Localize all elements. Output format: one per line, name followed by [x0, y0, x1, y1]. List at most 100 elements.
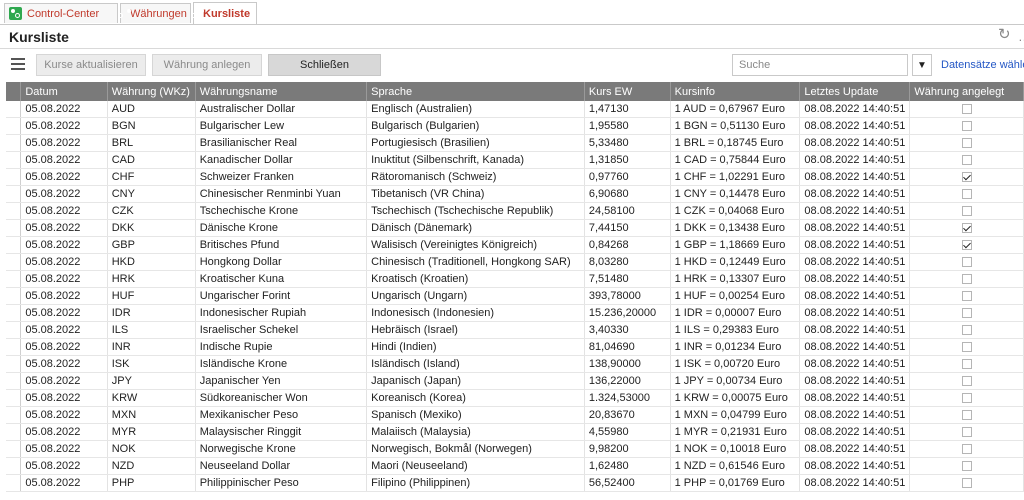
filter-dropdown-icon[interactable]: ▼ — [912, 54, 932, 76]
currency-created-cell — [909, 423, 1024, 441]
row-selector[interactable] — [6, 372, 22, 390]
update-rates-button[interactable]: Kurse aktualisieren — [36, 54, 146, 76]
currency-created-checkbox[interactable] — [961, 444, 972, 454]
row-selector[interactable] — [6, 185, 22, 203]
table-row[interactable]: 05.08.2022 CZK Tschechische Krone Tschechis… — [6, 202, 1024, 220]
currency-created-checkbox[interactable] — [961, 104, 972, 114]
currency-created-checkbox[interactable] — [961, 461, 972, 471]
refresh-icon[interactable]: ↻ — [998, 27, 1012, 42]
row-selector[interactable] — [6, 202, 22, 220]
row-selector[interactable] — [6, 406, 22, 424]
currency-created-checkbox[interactable] — [961, 189, 972, 199]
currency-created-checkbox[interactable] — [961, 240, 972, 250]
table-row[interactable]: 05.08.2022 IDR Indonesischer Rupiah Indones… — [6, 304, 1024, 322]
row-selector[interactable] — [6, 253, 22, 271]
table-row[interactable]: 05.08.2022 MYR Malaysischer Ringgit Malaiis… — [6, 423, 1024, 441]
currency-created-checkbox[interactable] — [961, 206, 972, 216]
currency-created-checkbox[interactable] — [961, 342, 972, 352]
currency-created-checkbox[interactable] — [961, 291, 972, 301]
tab-waehrungen[interactable]: Währungen — [118, 3, 191, 23]
column-header[interactable]: Sprache — [366, 82, 585, 101]
currency-created-cell — [909, 338, 1024, 356]
currency-created-checkbox[interactable] — [961, 274, 972, 284]
currency-created-checkbox[interactable] — [961, 410, 972, 420]
currency-created-checkbox[interactable] — [961, 478, 972, 488]
row-selector[interactable] — [6, 219, 22, 237]
row-selector[interactable] — [6, 287, 22, 305]
row-selector[interactable] — [6, 474, 22, 492]
table-row[interactable]: 05.08.2022 NZD Neuseeland Dollar Maori (Neu… — [6, 457, 1024, 475]
row-selector[interactable] — [6, 101, 22, 118]
column-header[interactable]: Währung (WKz) — [107, 82, 196, 101]
table-row[interactable]: 05.08.2022 HRK Kroatischer Kuna Kroatisch (… — [6, 270, 1024, 288]
create-currency-button[interactable]: Währung anlegen — [152, 54, 262, 76]
more-icon[interactable]: … — [1018, 29, 1024, 44]
row-selector[interactable] — [6, 117, 22, 135]
select-records-link[interactable]: Datensätze wählen — [941, 59, 1024, 71]
column-header[interactable]: Kursinfo — [670, 82, 801, 101]
currency-created-checkbox[interactable] — [961, 427, 972, 437]
table-row[interactable]: 05.08.2022 GBP Britisches Pfund Walisisch (… — [6, 236, 1024, 254]
row-selector[interactable] — [6, 321, 22, 339]
tab-control-center[interactable]: Control-Center — [4, 3, 118, 23]
column-header[interactable]: Letztes Update — [799, 82, 911, 101]
currency-created-checkbox[interactable] — [961, 138, 972, 148]
table-cell: HKD — [107, 253, 196, 271]
row-selector[interactable] — [6, 270, 22, 288]
row-selector[interactable] — [6, 423, 22, 441]
row-selector[interactable] — [6, 168, 22, 186]
column-header[interactable]: Kurs EW — [584, 82, 671, 101]
table-row[interactable]: 05.08.2022 AUD Australischer Dollar Englisc… — [6, 101, 1024, 118]
row-selector[interactable] — [6, 134, 22, 152]
table-cell: JPY — [107, 372, 196, 390]
currency-created-checkbox[interactable] — [961, 257, 972, 267]
row-selector[interactable] — [6, 236, 22, 254]
row-selector[interactable] — [6, 338, 22, 356]
table-row[interactable]: 05.08.2022 ILS Israelischer Schekel Hebräis… — [6, 321, 1024, 339]
table-row[interactable]: 05.08.2022 INR Indische Rupie Hindi (Indien… — [6, 338, 1024, 356]
table-row[interactable]: 05.08.2022 BRL Brasilianischer Real Portugi… — [6, 134, 1024, 152]
table-cell: 1 BGN = 0,51130 Euro — [670, 117, 801, 135]
table-row[interactable]: 05.08.2022 DKK Dänische Krone Dänisch (Däne… — [6, 219, 1024, 237]
currency-created-checkbox[interactable] — [961, 359, 972, 369]
table-row[interactable]: 05.08.2022 CNY Chinesischer Renminbi Yuan T… — [6, 185, 1024, 203]
close-button[interactable]: Schließen — [268, 54, 381, 76]
search-input[interactable] — [732, 54, 908, 76]
row-selector[interactable] — [6, 304, 22, 322]
column-header[interactable]: Währung angelegt — [909, 82, 1024, 101]
table-cell: 05.08.2022 — [20, 338, 108, 356]
row-selector[interactable] — [6, 389, 22, 407]
currency-created-checkbox[interactable] — [961, 121, 972, 131]
table-row[interactable]: 05.08.2022 MXN Mexikanischer Peso Spanisch … — [6, 406, 1024, 424]
tab-kursliste[interactable]: Kursliste — [191, 2, 257, 24]
table-row[interactable]: 05.08.2022 NOK Norwegische Krone Norwegisch… — [6, 440, 1024, 458]
row-selector[interactable] — [6, 457, 22, 475]
table-row[interactable]: 05.08.2022 CAD Kanadischer Dollar Inuktitut… — [6, 151, 1024, 169]
column-header[interactable]: Währungsname — [195, 82, 368, 101]
table-row[interactable]: 05.08.2022 KRW Südkoreanischer Won Koreanis… — [6, 389, 1024, 407]
currency-created-checkbox[interactable] — [961, 376, 972, 386]
table-cell: 1 NOK = 0,10018 Euro — [670, 440, 801, 458]
table-row[interactable]: 05.08.2022 CHF Schweizer Franken Rätoromani… — [6, 168, 1024, 186]
currency-created-checkbox[interactable] — [961, 308, 972, 318]
table-row[interactable]: 05.08.2022 JPY Japanischer Yen Japanisch (J… — [6, 372, 1024, 390]
row-selector[interactable] — [6, 440, 22, 458]
column-header[interactable]: Datum — [20, 82, 108, 101]
currency-created-checkbox[interactable] — [961, 223, 972, 233]
table-cell: 393,78000 — [584, 287, 671, 305]
currency-created-checkbox[interactable] — [961, 393, 972, 403]
menu-icon[interactable] — [11, 58, 25, 70]
table-row[interactable]: 05.08.2022 HKD Hongkong Dollar Chinesisch (… — [6, 253, 1024, 271]
row-selector[interactable] — [6, 355, 22, 373]
table-row[interactable]: 05.08.2022 BGN Bulgarischer Lew Bulgarisch … — [6, 117, 1024, 135]
row-selector[interactable] — [6, 151, 22, 169]
table-cell: 1 HKD = 0,12449 Euro — [670, 253, 801, 271]
currency-created-checkbox[interactable] — [961, 172, 972, 182]
currency-created-checkbox[interactable] — [961, 155, 972, 165]
table-row[interactable]: 05.08.2022 PHP Philippinischer Peso Filipin… — [6, 474, 1024, 492]
table-cell: Chinesischer Renminbi Yuan — [195, 185, 368, 203]
table-row[interactable]: 05.08.2022 ISK Isländische Krone Isländisch… — [6, 355, 1024, 373]
table-cell: 08.08.2022 14:40:51 — [799, 389, 911, 407]
table-row[interactable]: 05.08.2022 HUF Ungarischer Forint Ungarisch… — [6, 287, 1024, 305]
currency-created-checkbox[interactable] — [961, 325, 972, 335]
